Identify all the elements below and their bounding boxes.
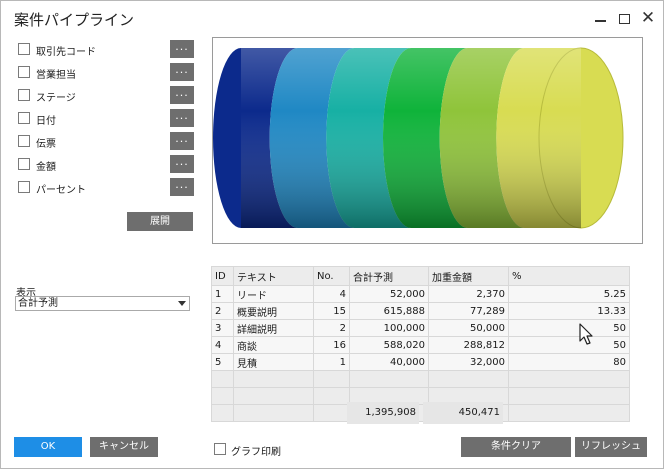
criteria-browse-button-stage[interactable]: ...	[170, 86, 194, 104]
cell-id: 1	[211, 285, 234, 303]
cell-weighted-amount: 32,000	[428, 353, 509, 371]
cell-percent: 50	[508, 319, 630, 337]
cell-text: 概要説明	[233, 302, 314, 320]
criteria-label-sales-rep: 営業担当	[36, 70, 76, 81]
display-dropdown-value: 合計予測	[18, 298, 58, 309]
criteria-label-document: 伝票	[36, 139, 56, 150]
criteria-row-document: 伝票 ...	[18, 132, 196, 150]
maximize-icon	[618, 13, 630, 24]
criteria-browse-button-sales-rep[interactable]: ...	[170, 63, 194, 81]
cell-total-forecast: 100,000	[349, 319, 429, 337]
criteria-checkbox-partner-code[interactable]	[18, 43, 30, 55]
grid-header-id[interactable]: ID	[211, 266, 234, 286]
cell-text: リード	[233, 285, 314, 303]
cell-percent: 80	[508, 353, 630, 371]
criteria-browse-button-date[interactable]: ...	[170, 109, 194, 127]
minimize-button[interactable]	[589, 7, 611, 29]
close-button[interactable]: ✕	[637, 7, 659, 29]
criteria-browse-button-amount[interactable]: ...	[170, 155, 194, 173]
criteria-label-date: 日付	[36, 116, 56, 127]
criteria-checkbox-document[interactable]	[18, 135, 30, 147]
window-title: 案件パイプライン	[14, 11, 135, 29]
print-graph-checkbox[interactable]	[214, 443, 226, 455]
table-row[interactable]: 2 概要説明 15 615,888 77,289 13.33	[211, 302, 630, 320]
criteria-checkbox-amount[interactable]	[18, 158, 30, 170]
title-bar: 案件パイプライン ✕	[1, 1, 663, 35]
display-dropdown[interactable]: 合計予測	[15, 296, 190, 311]
cell-count: 4	[313, 285, 350, 303]
criteria-row-partner-code: 取引先コード ...	[18, 40, 196, 58]
cell-weighted-amount: 288,812	[428, 336, 509, 354]
cancel-button[interactable]: キャンセル	[90, 437, 158, 457]
cell-percent: 5.25	[508, 285, 630, 303]
empty-row[interactable]	[211, 387, 630, 405]
weighted-amount-sum: 450,471	[423, 402, 503, 424]
cell-weighted-amount: 50,000	[428, 319, 509, 337]
criteria-label-partner-code: 取引先コード	[36, 47, 96, 58]
cell-id: 4	[211, 336, 234, 354]
criteria-browse-button-percent[interactable]: ...	[170, 178, 194, 196]
criteria-row-amount: 金額 ...	[18, 155, 196, 173]
cell-percent: 50	[508, 336, 630, 354]
minimize-icon	[594, 19, 606, 22]
close-icon: ✕	[640, 8, 656, 28]
grid-header-weighted-amount[interactable]: 加重金額	[428, 266, 509, 286]
table-row[interactable]: 5 見積 1 40,000 32,000 80	[211, 353, 630, 371]
cell-id: 5	[211, 353, 234, 371]
cell-total-forecast: 588,020	[349, 336, 429, 354]
criteria-row-sales-rep: 営業担当 ...	[18, 63, 196, 81]
cell-weighted-amount: 2,370	[428, 285, 509, 303]
criteria-checkbox-percent[interactable]	[18, 181, 30, 193]
criteria-checkbox-sales-rep[interactable]	[18, 66, 30, 78]
grid-header-row: ID テキスト No. 合計予測 加重金額 %	[211, 266, 630, 286]
total-forecast-sum: 1,395,908	[347, 402, 419, 424]
criteria-label-percent: パーセント	[36, 185, 86, 196]
expand-button[interactable]: 展開	[127, 212, 193, 231]
criteria-row-stage: ステージ ...	[18, 86, 196, 104]
criteria-label-stage: ステージ	[36, 93, 76, 104]
pipeline-grid: ID テキスト No. 合計予測 加重金額 % 1 リード 4 52,000 2…	[211, 266, 630, 422]
criteria-checkbox-date[interactable]	[18, 112, 30, 124]
grid-header-percent[interactable]: %	[508, 266, 630, 286]
cell-text: 見積	[233, 353, 314, 371]
ok-button[interactable]: OK	[14, 437, 82, 457]
pipeline-window: 案件パイプライン ✕ 取引先コード ... 営業担当 ... ステージ ... …	[0, 0, 664, 469]
mouse-pointer-icon	[579, 323, 593, 345]
criteria-checkbox-stage[interactable]	[18, 89, 30, 101]
grid-header-count[interactable]: No.	[313, 266, 350, 286]
table-row[interactable]: 3 詳細説明 2 100,000 50,000 50	[211, 319, 630, 337]
clear-criteria-button[interactable]: 条件クリア	[461, 437, 571, 457]
maximize-button[interactable]	[613, 7, 635, 29]
chevron-down-icon	[178, 301, 186, 306]
cell-count: 16	[313, 336, 350, 354]
cell-text: 商談	[233, 336, 314, 354]
cell-count: 15	[313, 302, 350, 320]
table-row[interactable]: 4 商談 16 588,020 288,812 50	[211, 336, 630, 354]
print-graph-label: グラフ印刷	[231, 447, 281, 458]
criteria-row-percent: パーセント ...	[18, 178, 196, 196]
grid-header-total-forecast[interactable]: 合計予測	[349, 266, 429, 286]
refresh-button[interactable]: リフレッシュ	[575, 437, 647, 457]
cell-weighted-amount: 77,289	[428, 302, 509, 320]
cell-total-forecast: 52,000	[349, 285, 429, 303]
funnel-shading	[241, 48, 581, 228]
criteria-label-amount: 金額	[36, 162, 56, 173]
cell-id: 3	[211, 319, 234, 337]
criteria-browse-button-document[interactable]: ...	[170, 132, 194, 150]
cell-count: 1	[313, 353, 350, 371]
grid-header-text[interactable]: テキスト	[233, 266, 314, 286]
criteria-row-date: 日付 ...	[18, 109, 196, 127]
cell-text: 詳細説明	[233, 319, 314, 337]
empty-row[interactable]	[211, 404, 630, 422]
empty-row[interactable]	[211, 370, 630, 388]
cell-id: 2	[211, 302, 234, 320]
pipeline-funnel-chart	[212, 37, 643, 244]
cell-total-forecast: 615,888	[349, 302, 429, 320]
criteria-browse-button-partner-code[interactable]: ...	[170, 40, 194, 58]
cell-count: 2	[313, 319, 350, 337]
cell-percent: 13.33	[508, 302, 630, 320]
cell-total-forecast: 40,000	[349, 353, 429, 371]
table-row[interactable]: 1 リード 4 52,000 2,370 5.25	[211, 285, 630, 303]
